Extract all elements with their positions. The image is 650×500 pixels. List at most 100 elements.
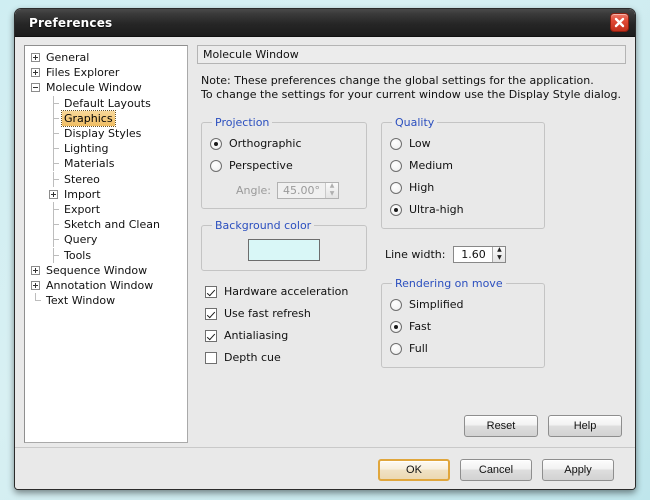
radio-quality-ultra-high-label: Ultra-high	[409, 204, 464, 216]
tree-indent-guide	[49, 126, 58, 141]
quality-options: Low Medium High Ultra-high	[390, 133, 536, 221]
expand-icon[interactable]	[31, 68, 40, 77]
radio-quality-ultra-high[interactable]: Ultra-high	[390, 199, 536, 221]
tree-item-display-styles[interactable]: Display Styles	[25, 126, 187, 141]
expand-icon[interactable]	[31, 266, 40, 275]
checkbox-depth-cue[interactable]: Depth cue	[205, 347, 367, 369]
tree-item-label: Files Explorer	[44, 65, 121, 80]
checkbox-hardware-acceleration-label: Hardware acceleration	[224, 286, 348, 298]
radio-render-simplified-icon[interactable]	[390, 299, 402, 311]
apply-button[interactable]: Apply	[542, 459, 614, 481]
radio-quality-low-icon[interactable]	[390, 138, 402, 150]
reset-button[interactable]: Reset	[464, 415, 538, 437]
projection-group: Projection Orthographic Perspective	[201, 116, 367, 209]
radio-quality-high[interactable]: High	[390, 177, 536, 199]
tree-item-sketch-and-clean[interactable]: Sketch and Clean	[25, 217, 187, 232]
tree-item-graphics[interactable]: Graphics	[25, 111, 187, 126]
tree-item-default-layouts[interactable]: Default Layouts	[25, 96, 187, 111]
title-bar: Preferences	[15, 9, 635, 37]
radio-quality-low[interactable]: Low	[390, 133, 536, 155]
tree-item-label: Graphics	[62, 111, 115, 126]
background-color-swatch[interactable]	[248, 239, 320, 261]
graphics-checkboxes: Hardware acceleration Use fast refresh Ant…	[205, 281, 367, 369]
tree-item-query[interactable]: Query	[25, 232, 187, 247]
checkbox-depth-cue-label: Depth cue	[224, 352, 281, 364]
radio-quality-medium[interactable]: Medium	[390, 155, 536, 177]
angle-value: 45.00°	[278, 183, 325, 198]
tree-indent-guide	[49, 156, 58, 171]
tree-item-label: Stereo	[62, 172, 102, 187]
checkbox-antialiasing-label: Antialiasing	[224, 330, 288, 342]
background-color-swatch-wrap	[210, 236, 358, 263]
checkbox-depth-cue-icon[interactable]	[205, 352, 217, 364]
radio-perspective-icon[interactable]	[210, 160, 222, 172]
tree-item-tools[interactable]: Tools	[25, 247, 187, 262]
line-width-value[interactable]: 1.60	[454, 247, 492, 262]
line-width-label: Line width:	[385, 248, 445, 261]
line-width-stepper-buttons[interactable]: ▲ ▼	[492, 247, 505, 262]
checkbox-use-fast-refresh-icon[interactable]	[205, 308, 217, 320]
radio-orthographic[interactable]: Orthographic	[210, 133, 358, 155]
line-width-stepper-up-icon[interactable]: ▲	[493, 247, 505, 255]
dialog-footer: OK Cancel Apply	[15, 447, 635, 490]
radio-render-fast[interactable]: Fast	[390, 316, 536, 338]
help-button[interactable]: Help	[548, 415, 622, 437]
settings-pane: Molecule Window Note: These preferences …	[197, 45, 626, 443]
radio-render-simplified-label: Simplified	[409, 299, 464, 311]
rendering-on-move-options: Simplified FastFull	[390, 294, 536, 360]
close-icon[interactable]	[610, 13, 629, 32]
ok-button[interactable]: OK	[378, 459, 450, 481]
tree-item-stereo[interactable]: Stereo	[25, 172, 187, 187]
note-line-1: Note: These preferences change the globa…	[201, 74, 626, 88]
tree-item-label: Default Layouts	[62, 96, 153, 111]
rendering-on-move-group: Rendering on move SimplifiedFastFull	[381, 277, 545, 368]
tree-indent-guide	[49, 248, 58, 263]
preferences-tree[interactable]: GeneralFiles ExplorerMolecule WindowDefa…	[24, 45, 188, 443]
tree-item-sequence-window[interactable]: Sequence Window	[25, 263, 187, 278]
radio-quality-medium-label: Medium	[409, 160, 453, 172]
panes: GeneralFiles ExplorerMolecule WindowDefa…	[24, 45, 626, 443]
radio-quality-medium-icon[interactable]	[390, 160, 402, 172]
tree-item-export[interactable]: Export	[25, 202, 187, 217]
radio-quality-low-label: Low	[409, 138, 431, 150]
expand-icon[interactable]	[31, 53, 40, 62]
tree-item-label: Lighting	[62, 141, 110, 156]
tree-item-general[interactable]: General	[25, 50, 187, 65]
tree-item-materials[interactable]: Materials	[25, 156, 187, 171]
tree-item-files-explorer[interactable]: Files Explorer	[25, 65, 187, 80]
radio-render-full-icon[interactable]	[390, 343, 402, 355]
radio-perspective[interactable]: Perspective	[210, 155, 358, 177]
checkbox-hardware-acceleration[interactable]: Hardware acceleration	[205, 281, 367, 303]
left-column: Projection Orthographic Perspective	[201, 116, 367, 369]
radio-quality-high-icon[interactable]	[390, 182, 402, 194]
tree-indent-guide	[49, 141, 58, 156]
checkbox-hardware-acceleration-icon[interactable]	[205, 286, 217, 298]
tree-item-annotation-window[interactable]: Annotation Window	[25, 278, 187, 293]
angle-stepper-down-icon: ▼	[326, 190, 338, 198]
projection-legend: Projection	[212, 116, 272, 129]
line-width-stepper[interactable]: 1.60 ▲ ▼	[453, 246, 506, 263]
dialog-client-area: GeneralFiles ExplorerMolecule WindowDefa…	[15, 37, 635, 490]
tree-item-molecule-window[interactable]: Molecule Window	[25, 80, 187, 95]
radio-render-fast-icon[interactable]	[390, 321, 402, 333]
checkbox-use-fast-refresh[interactable]: Use fast refresh	[205, 303, 367, 325]
tree-item-lighting[interactable]: Lighting	[25, 141, 187, 156]
tree-item-label: Query	[62, 232, 99, 247]
auxiliary-buttons: Reset Help	[464, 415, 622, 437]
angle-field-row: Angle: 45.00° ▲ ▼	[236, 179, 358, 201]
checkbox-antialiasing-icon[interactable]	[205, 330, 217, 342]
collapse-icon[interactable]	[31, 83, 40, 92]
checkbox-antialiasing[interactable]: Antialiasing	[205, 325, 367, 347]
radio-render-simplified[interactable]: Simplified	[390, 294, 536, 316]
window-title: Preferences	[29, 16, 610, 30]
expand-icon[interactable]	[31, 281, 40, 290]
cancel-button[interactable]: Cancel	[460, 459, 532, 481]
radio-render-full[interactable]: Full	[390, 338, 536, 360]
line-width-stepper-down-icon[interactable]: ▼	[493, 254, 505, 262]
radio-orthographic-icon[interactable]	[210, 138, 222, 150]
expand-icon[interactable]	[49, 190, 58, 199]
radio-quality-ultra-high-icon[interactable]	[390, 204, 402, 216]
tree-item-text-window[interactable]: Text Window	[25, 293, 187, 308]
tree-item-label: Tools	[62, 248, 93, 263]
tree-item-import[interactable]: Import	[25, 187, 187, 202]
